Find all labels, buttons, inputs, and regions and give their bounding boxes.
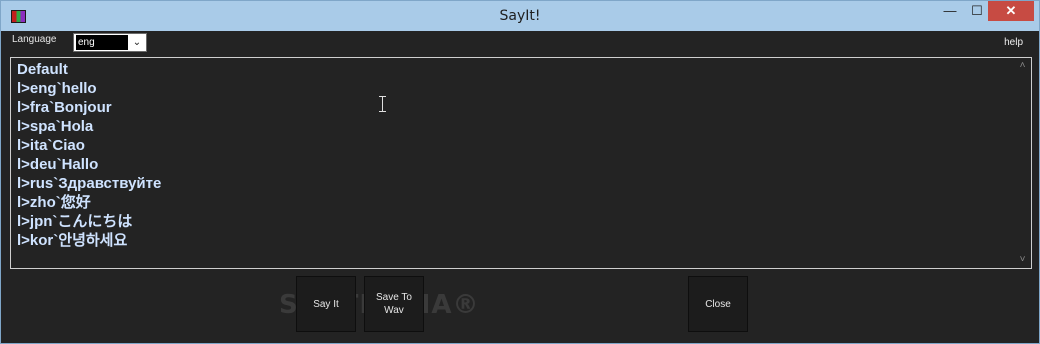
editor-line[interactable]: l>kor`안녕하세요 <box>17 231 161 250</box>
language-label: Language <box>12 34 57 45</box>
window-title: SayIt! <box>499 8 541 24</box>
language-select-value[interactable]: eng <box>76 35 128 50</box>
editor-line[interactable]: l>fra`Bonjour <box>17 98 161 117</box>
help-link[interactable]: help <box>1004 37 1023 48</box>
button-panel: SOFTPEDIA® Say It Save To Wav Close <box>7 272 1035 339</box>
editor-line[interactable]: l>ita`Ciao <box>17 136 161 155</box>
editor-line[interactable]: l>eng`hello <box>17 79 161 98</box>
title-bar[interactable]: SayIt! — ☐ ✕ <box>1 1 1039 31</box>
client-area: Language eng ⌄ help Default l>eng`hello … <box>7 31 1035 339</box>
editor-lines[interactable]: Default l>eng`hello l>fra`Bonjour l>spa`… <box>17 60 161 250</box>
maximize-button[interactable]: ☐ <box>963 1 991 21</box>
editor-line[interactable]: l>spa`Hola <box>17 117 161 136</box>
window-close-button[interactable]: ✕ <box>988 1 1034 21</box>
text-editor[interactable]: Default l>eng`hello l>fra`Bonjour l>spa`… <box>10 57 1032 269</box>
editor-line[interactable]: l>rus`Здравствуйте <box>17 174 161 193</box>
editor-line[interactable]: l>zho`您好 <box>17 193 161 212</box>
text-cursor-icon <box>379 96 387 112</box>
minimize-button[interactable]: — <box>936 1 964 21</box>
say-it-button[interactable]: Say It <box>296 276 356 332</box>
close-button[interactable]: Close <box>688 276 748 332</box>
chevron-down-icon[interactable]: ⌄ <box>130 34 144 51</box>
sayit-window: SayIt! — ☐ ✕ Language eng ⌄ help Default… <box>0 0 1040 344</box>
scroll-up-icon[interactable]: ˄ <box>1014 58 1031 74</box>
editor-line[interactable]: Default <box>17 60 161 79</box>
save-to-wav-button[interactable]: Save To Wav <box>364 276 424 332</box>
editor-line[interactable]: l>deu`Hallo <box>17 155 161 174</box>
language-select[interactable]: eng ⌄ <box>73 33 147 52</box>
vertical-scrollbar[interactable]: ˄ ˅ <box>1014 58 1031 268</box>
scroll-down-icon[interactable]: ˅ <box>1014 252 1031 268</box>
editor-line[interactable]: l>jpn`こんにちは <box>17 212 161 231</box>
